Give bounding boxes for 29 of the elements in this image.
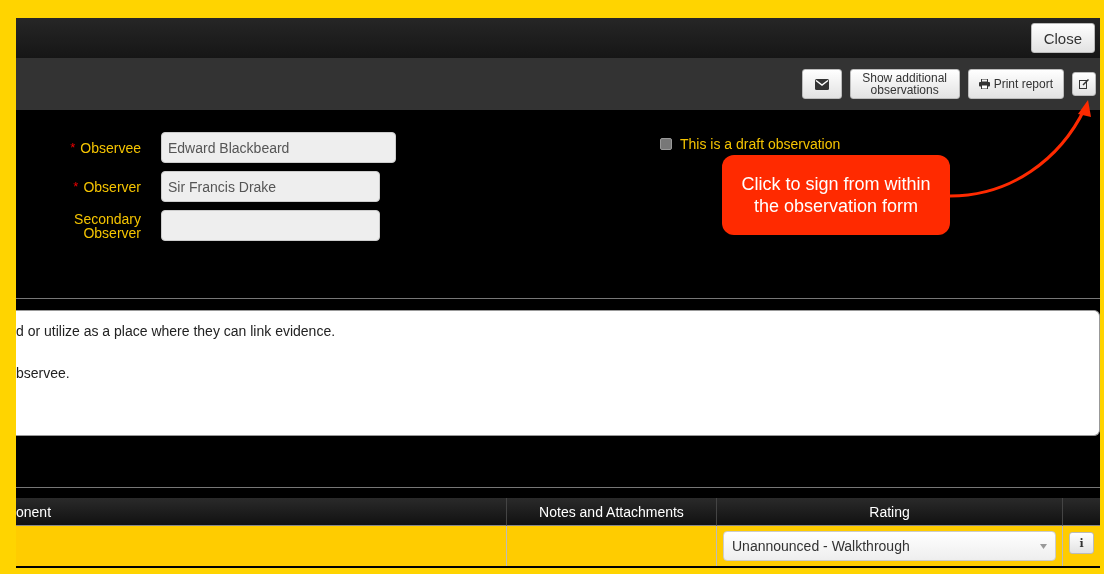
description-text: bservee. <box>16 365 71 381</box>
column-header: Rating <box>716 498 1062 526</box>
text-field[interactable] <box>161 210 380 241</box>
column-header: onent <box>16 498 506 526</box>
callout: Click to sign from within the observation form <box>722 155 950 235</box>
required-mark: * <box>73 179 79 194</box>
text-field[interactable]: Sir Francis Drake <box>161 171 380 202</box>
rating-select[interactable]: Unannounced - Walkthrough <box>723 531 1056 561</box>
checkbox-label: This is a draft observation <box>680 136 841 152</box>
required-mark: * <box>70 140 76 155</box>
show-observations-button[interactable]: Show additional observations <box>849 69 960 99</box>
column-header: Notes and Attachments <box>506 498 716 526</box>
envelope-icon <box>814 78 829 90</box>
printer-icon <box>978 79 990 89</box>
email-button[interactable] <box>801 69 842 99</box>
arrow-icon <box>950 100 1090 200</box>
field-label: Secondary Observer <box>73 211 141 240</box>
sign-button[interactable] <box>1072 72 1096 96</box>
field-label: Observee <box>80 140 141 155</box>
print-report-button[interactable]: Print report <box>967 69 1064 99</box>
info-button[interactable]: i <box>1069 532 1094 554</box>
draft-checkbox[interactable] <box>660 138 672 150</box>
description-text: d or utilize as a place where they can link evidence. <box>16 323 337 339</box>
edit-icon <box>1079 79 1089 89</box>
close-button[interactable]: Close <box>1030 23 1095 53</box>
text-field[interactable]: Edward Blackbeard <box>161 132 396 163</box>
column-header <box>1062 498 1100 526</box>
dropdown-caret-icon <box>1040 543 1047 549</box>
field-label: Observer <box>83 179 141 194</box>
